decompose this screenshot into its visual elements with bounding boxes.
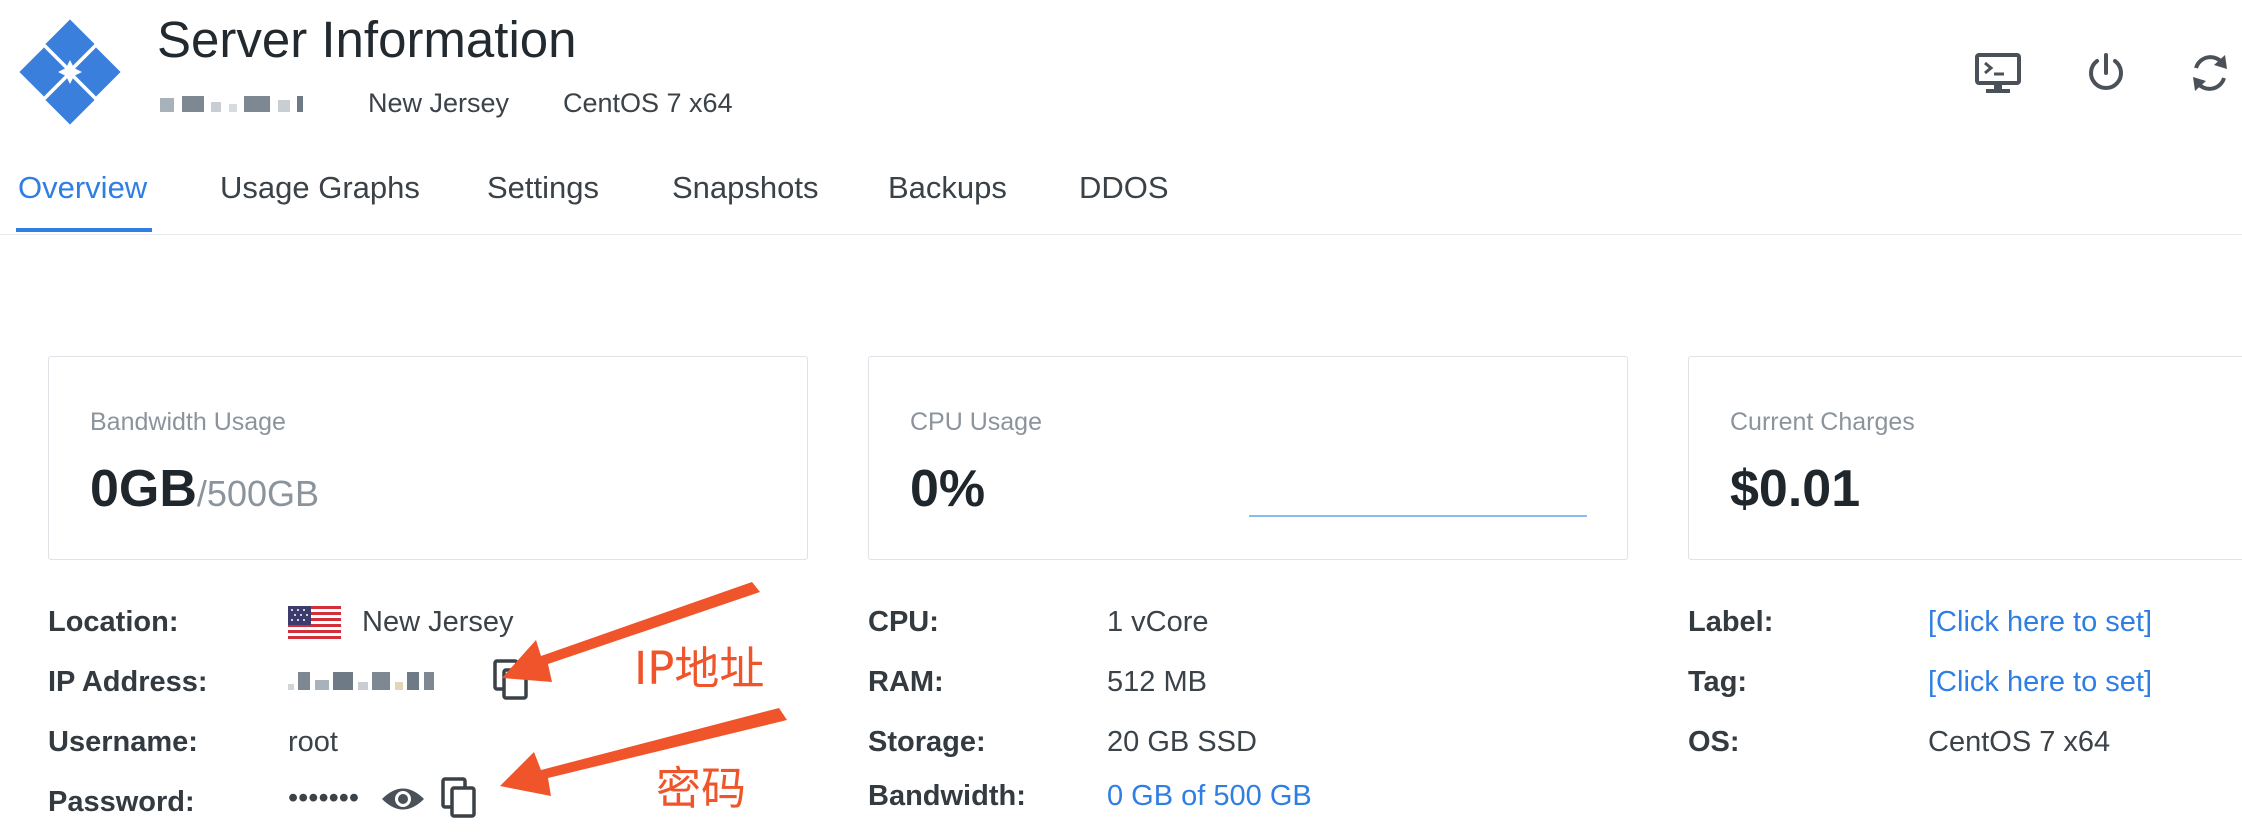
page-title: Server Information [157, 11, 577, 68]
ip-address-redacted [288, 672, 434, 695]
password-value: ••••••• [288, 782, 360, 814]
password-label: Password: [48, 786, 195, 818]
copy-ip-icon[interactable] [492, 658, 532, 702]
charges-card-value: $0.01 [1730, 460, 1861, 518]
power-icon[interactable] [2078, 45, 2134, 101]
bandwidth-link[interactable]: 0 GB of 500 GB [1107, 780, 1312, 813]
header-os: CentOS 7 x64 [563, 88, 733, 118]
bandwidth-card-value: 0GB/500GB [90, 460, 320, 518]
cpu-label: CPU: [868, 606, 939, 638]
ram-label: RAM: [868, 666, 944, 698]
bandwidth-card-limit: /500GB [196, 473, 320, 514]
os-label: OS: [1688, 726, 1740, 758]
server-ip-redacted [160, 88, 304, 119]
vultr-logo-icon [16, 18, 124, 126]
cpu-usage-card: CPU Usage 0% [868, 356, 1628, 560]
username-label: Username: [48, 726, 198, 758]
header-location: New Jersey [368, 88, 510, 118]
show-password-eye-icon[interactable] [380, 784, 426, 814]
label-label: Label: [1688, 606, 1774, 638]
location-label: Location: [48, 606, 179, 638]
storage-label: Storage: [868, 726, 986, 758]
tab-ddos[interactable]: DDOS [1079, 170, 1169, 206]
location-value: New Jersey [362, 606, 514, 638]
current-charges-card: Current Charges $0.01 [1688, 356, 2242, 560]
tab-snapshots[interactable]: Snapshots [672, 170, 819, 206]
us-flag-icon [288, 606, 341, 642]
tab-backups[interactable]: Backups [888, 170, 1007, 206]
refresh-icon[interactable] [2182, 45, 2238, 101]
username-value: root [288, 726, 338, 758]
cpu-card-value: 0% [910, 460, 986, 518]
set-label-link[interactable]: [Click here to set] [1928, 606, 2152, 639]
tag-label: Tag: [1688, 666, 1748, 698]
ram-value: 512 MB [1107, 666, 1207, 698]
bandwidth-label: Bandwidth: [868, 780, 1026, 812]
ip-address-label: IP Address: [48, 666, 208, 698]
set-tag-link[interactable]: [Click here to set] [1928, 666, 2152, 699]
annotation-password-label: 密码 [656, 762, 747, 815]
tab-bar: Overview Usage Graphs Settings Snapshots… [0, 160, 2242, 235]
copy-password-icon[interactable] [440, 776, 480, 820]
bandwidth-usage-card: Bandwidth Usage 0GB/500GB [48, 356, 808, 560]
cpu-sparkline [1249, 515, 1587, 517]
tab-overview[interactable]: Overview [18, 170, 147, 206]
console-icon[interactable] [1970, 45, 2026, 101]
cpu-value: 1 vCore [1107, 606, 1209, 638]
os-value: CentOS 7 x64 [1928, 726, 2111, 758]
tab-usage-graphs[interactable]: Usage Graphs [220, 170, 420, 206]
cpu-card-label: CPU Usage [910, 408, 1042, 436]
storage-value: 20 GB SSD [1107, 726, 1257, 758]
annotation-ip-label: IP地址 [634, 642, 765, 695]
bandwidth-card-label: Bandwidth Usage [90, 408, 286, 436]
active-tab-indicator [16, 228, 152, 232]
charges-card-label: Current Charges [1730, 408, 1915, 436]
tab-settings[interactable]: Settings [487, 170, 599, 206]
